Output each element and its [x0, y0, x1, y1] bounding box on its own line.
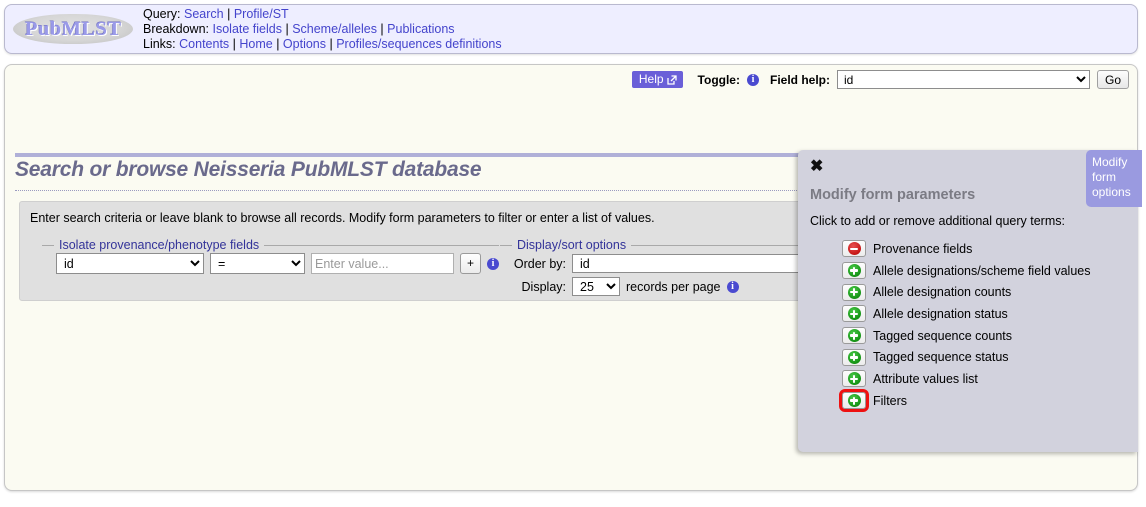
page-title: Search or browse Neisseria PubMLST datab…: [15, 158, 482, 181]
nav-link-contents[interactable]: Contents: [179, 37, 229, 51]
page-toolbar: Help Toggle: i Field help: id Go: [631, 70, 1129, 89]
header-nav-row-breakdown: Breakdown: Isolate fields | Scheme/allel…: [143, 21, 455, 36]
provenance-operator-select[interactable]: =: [210, 253, 305, 274]
modify-form-options-tab-label: Modify form options: [1092, 155, 1131, 199]
external-link-icon: [666, 74, 677, 85]
header-nav-row-links: Links: Contents | Home | Options | Profi…: [143, 36, 502, 51]
plus-circle-icon: [847, 329, 861, 343]
modify-panel-list: Provenance fields Allele designations/sch…: [818, 238, 1091, 413]
provenance-legend: Isolate provenance/phenotype fields: [59, 238, 260, 252]
nav-link-scheme-alleles[interactable]: Scheme/alleles: [292, 22, 377, 36]
modify-form-options-tab[interactable]: Modify form options: [1086, 150, 1142, 207]
display-options-legend: Display/sort options: [517, 238, 627, 252]
list-item-label: Tagged sequence counts: [873, 328, 1012, 343]
nav-label-breakdown: Breakdown:: [143, 21, 210, 36]
records-per-page-suffix: records per page: [626, 279, 721, 294]
list-item: Allele designation counts: [842, 281, 1091, 303]
add-term-button[interactable]: [842, 262, 866, 280]
toggle-info-icon[interactable]: i: [746, 73, 759, 86]
nav-link-publications[interactable]: Publications: [387, 22, 454, 36]
add-term-button[interactable]: [842, 370, 866, 388]
modify-panel-title: Modify form parameters: [810, 187, 976, 203]
nav-link-search[interactable]: Search: [184, 7, 224, 21]
form-instruction: Enter search criteria or leave blank to …: [30, 211, 655, 225]
list-item-label: Filters: [873, 393, 908, 408]
add-term-button[interactable]: [842, 305, 866, 323]
nav-link-options[interactable]: Options: [283, 37, 326, 51]
list-item: Allele designation status: [842, 303, 1091, 325]
provenance-value-input[interactable]: [311, 253, 454, 274]
help-button-label: Help: [638, 72, 664, 86]
list-item: Provenance fields: [842, 238, 1091, 260]
records-per-page-select[interactable]: 25: [572, 277, 620, 296]
display-label: Display:: [521, 279, 566, 294]
provenance-query-row: id = + i: [42, 253, 499, 274]
close-icon[interactable]: ✖: [810, 159, 823, 175]
plus-circle-icon: [847, 285, 861, 299]
plus-circle-icon: [847, 394, 861, 408]
plus-circle-icon: [847, 372, 861, 386]
nav-label-links: Links:: [143, 36, 176, 51]
header-nav-row-query: Query: Search | Profile/ST: [143, 6, 289, 21]
provenance-fieldset: Isolate provenance/phenotype fields id =…: [42, 238, 499, 292]
nav-link-isolate-fields[interactable]: Isolate fields: [213, 22, 282, 36]
add-term-button[interactable]: [842, 327, 866, 345]
list-item-label: Allele designation counts: [873, 285, 1012, 300]
list-item-label: Attribute values list: [873, 371, 978, 386]
nav-link-home[interactable]: Home: [239, 37, 272, 51]
list-item-label: Provenance fields: [873, 241, 973, 256]
nav-label-query: Query:: [143, 6, 181, 21]
add-term-button[interactable]: [842, 348, 866, 366]
remove-term-button[interactable]: [842, 240, 866, 258]
add-term-button[interactable]: [842, 283, 866, 301]
modify-panel-subtitle: Click to add or remove additional query …: [810, 214, 1065, 228]
go-button[interactable]: Go: [1096, 70, 1129, 89]
field-help-label: Field help:: [769, 72, 830, 87]
provenance-info-icon[interactable]: i: [487, 257, 499, 270]
plus-circle-icon: [847, 307, 861, 321]
add-term-button[interactable]: [839, 389, 869, 413]
plus-circle-icon: [847, 350, 861, 364]
list-item-label: Allele designation status: [873, 306, 1008, 321]
add-query-term-button[interactable]: +: [460, 253, 481, 274]
minus-circle-icon: [847, 242, 861, 256]
list-item-label: Allele designations/scheme field values: [873, 263, 1091, 278]
site-header: PubMLST Query: Search | Profile/ST Break…: [4, 4, 1138, 54]
records-per-page-info-icon[interactable]: i: [726, 280, 739, 293]
provenance-field-select[interactable]: id: [56, 253, 204, 274]
list-item-label: Tagged sequence status: [873, 350, 1009, 365]
list-item: Filters: [839, 389, 1091, 413]
order-by-label: Order by:: [513, 256, 566, 271]
list-item: Attribute values list: [842, 368, 1091, 390]
list-item: Tagged sequence counts: [842, 325, 1091, 347]
toggle-label: Toggle:: [697, 72, 740, 87]
nav-link-profiles-sequences[interactable]: Profiles/sequences definitions: [336, 37, 501, 51]
header-nav: Query: Search | Profile/ST Breakdown: Is…: [143, 7, 502, 52]
pubmlst-logo: PubMLST: [13, 14, 133, 44]
help-button[interactable]: Help: [631, 71, 683, 88]
list-item: Allele designations/scheme field values: [842, 260, 1091, 282]
nav-link-profile-st[interactable]: Profile/ST: [234, 7, 289, 21]
plus-circle-icon: [847, 264, 861, 278]
field-help-select[interactable]: id: [836, 70, 1090, 89]
logo-text: PubMLST: [24, 17, 122, 40]
list-item: Tagged sequence status: [842, 346, 1091, 368]
